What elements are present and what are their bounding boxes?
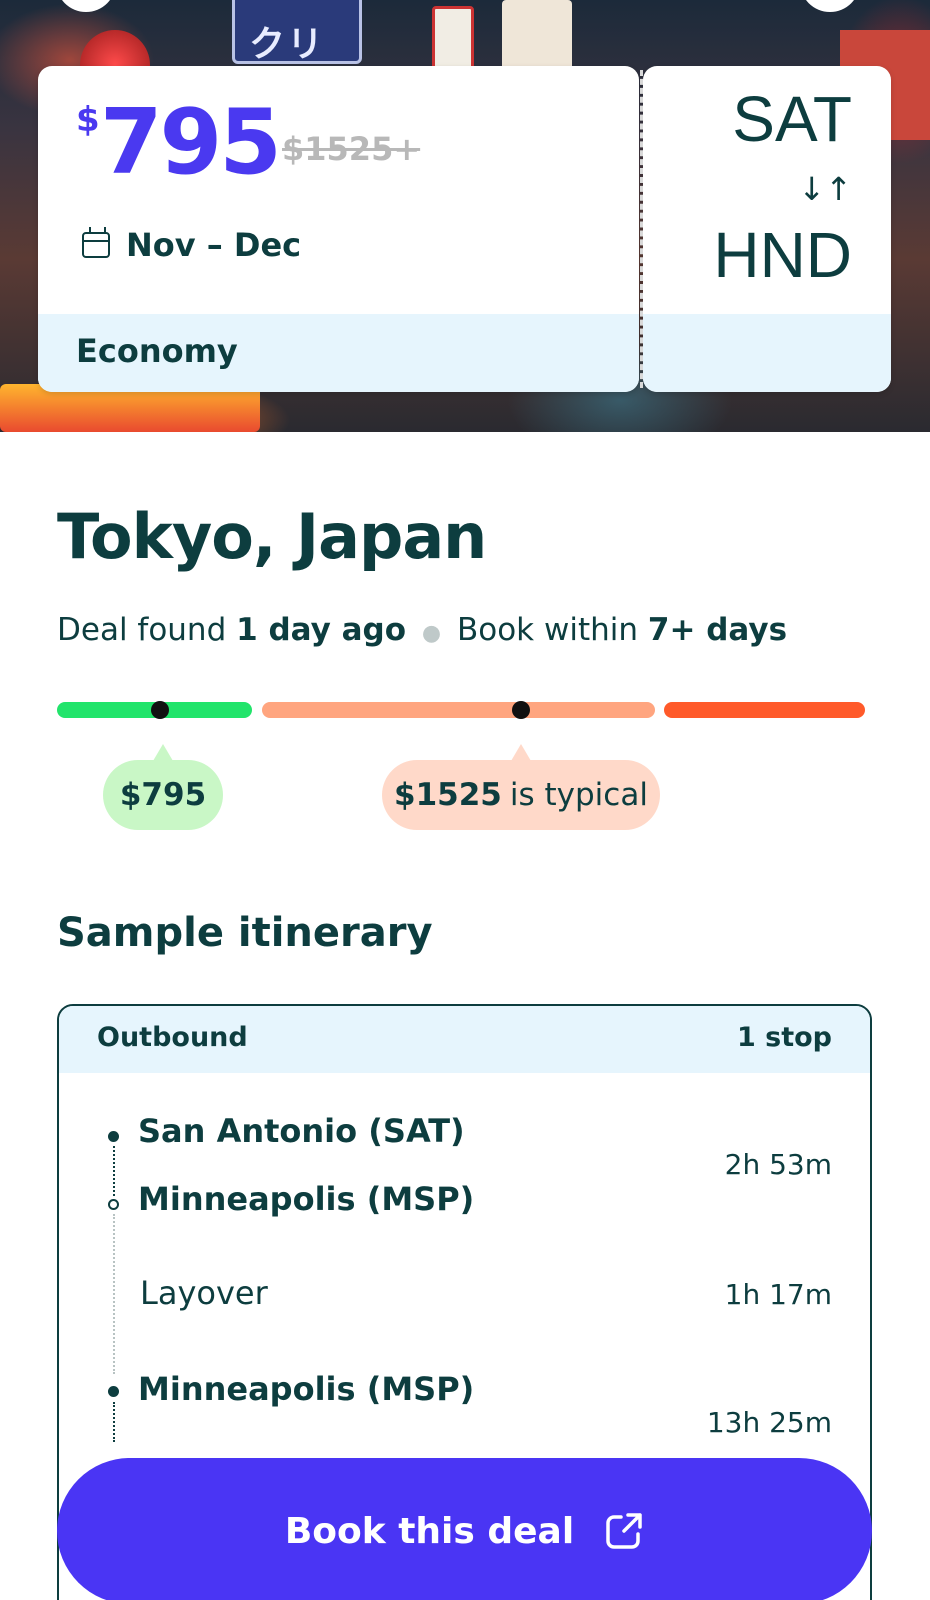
- book-label: Book within: [456, 612, 639, 648]
- found-label: Deal found: [57, 612, 227, 648]
- currency-symbol: $: [76, 100, 100, 140]
- swap-arrows-icon: ↓↑: [798, 170, 852, 208]
- leg-line: [113, 1146, 115, 1196]
- ticket-perforation: [640, 70, 643, 388]
- deal-price-marker: [151, 701, 169, 719]
- leg2-duration: 13h 25m: [706, 1406, 832, 1439]
- price-bar-high: [664, 702, 865, 718]
- price-bar-typical: [262, 702, 655, 718]
- departure-dot: [108, 1386, 119, 1397]
- layover-duration: 1h 17m: [724, 1278, 832, 1311]
- typical-price-bubble: $1525 is typical: [382, 744, 660, 830]
- destination-code: HND: [713, 219, 852, 291]
- travel-dates: Nov – Dec: [126, 226, 302, 264]
- leg-line: [113, 1402, 115, 1442]
- deal-price-bubble: $795: [103, 744, 223, 830]
- book-deal-button[interactable]: Book this deal: [57, 1458, 872, 1600]
- direction-label: Outbound: [97, 1022, 248, 1053]
- separator-dot: ●: [421, 621, 442, 646]
- typical-price-suffix: is typical: [509, 777, 648, 813]
- sign-decoration: [432, 6, 474, 70]
- sign-decoration: [502, 0, 572, 70]
- calendar-icon: [82, 227, 110, 258]
- deal-price: 795: [100, 90, 282, 195]
- destination-title: Tokyo, Japan: [57, 500, 487, 573]
- found-value: 1 day ago: [236, 612, 407, 648]
- original-price: $1525+: [282, 130, 421, 168]
- layover-line: [113, 1214, 115, 1374]
- stops-label: 1 stop: [736, 1022, 832, 1053]
- layover-label: Layover: [140, 1274, 268, 1312]
- book-deal-label: Book this deal: [284, 1510, 575, 1552]
- arrival-dot: [108, 1199, 119, 1210]
- itinerary-title: Sample itinerary: [57, 910, 433, 956]
- leg1-duration: 2h 53m: [724, 1148, 832, 1181]
- typical-price-marker: [512, 701, 530, 719]
- leg1-origin: San Antonio (SAT): [138, 1112, 465, 1150]
- leg2-origin: Minneapolis (MSP): [138, 1370, 475, 1408]
- cabin-class: Economy: [76, 332, 238, 370]
- itinerary-header: Outbound 1 stop: [59, 1006, 870, 1073]
- leg1-destination: Minneapolis (MSP): [138, 1180, 475, 1218]
- deal-meta: Deal found 1 day ago ● Book within 7+ da…: [57, 612, 787, 648]
- origin-code: SAT: [732, 83, 852, 155]
- sign-decoration: クリス: [232, 0, 362, 117]
- departure-dot: [108, 1131, 119, 1142]
- ticket-footer: [643, 314, 891, 392]
- typical-price-value: $1525: [394, 777, 502, 813]
- external-link-icon: [606, 1513, 642, 1549]
- book-value: 7+ days: [647, 612, 788, 648]
